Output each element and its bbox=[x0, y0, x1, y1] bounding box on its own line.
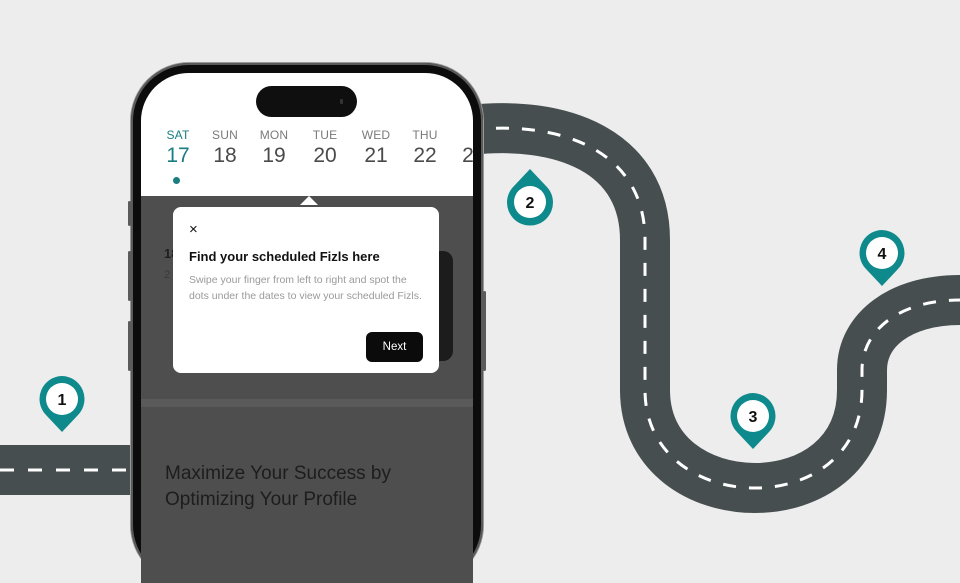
day-name: SAT bbox=[166, 128, 190, 142]
scheduled-dot-indicator bbox=[173, 177, 180, 184]
calendar-day-wed[interactable]: WED 21 bbox=[351, 128, 401, 168]
pin-label: 3 bbox=[749, 409, 758, 426]
day-name: MON bbox=[259, 128, 289, 142]
roadmap-pin-3[interactable]: 3 bbox=[728, 391, 778, 451]
calendar-day-tue[interactable]: TUE 20 bbox=[300, 128, 350, 168]
day-name: WED bbox=[361, 128, 391, 142]
calendar-day-next[interactable]: 2 bbox=[443, 128, 473, 168]
phone-volume-down-button bbox=[128, 321, 131, 371]
day-name: TUE bbox=[312, 128, 338, 142]
map-pin-icon: 1 bbox=[39, 376, 85, 432]
phone-volume-up-button bbox=[128, 251, 131, 301]
pin-label: 1 bbox=[58, 392, 67, 409]
calendar-day-sun[interactable]: SUN 18 bbox=[200, 128, 250, 168]
day-name bbox=[443, 128, 473, 142]
day-date: 17 bbox=[166, 144, 190, 167]
calendar-day-mon[interactable]: MON 19 bbox=[249, 128, 299, 168]
tooltip-body: Swipe your finger from left to right and… bbox=[189, 274, 422, 302]
tooltip-arrow bbox=[300, 196, 318, 205]
promo-title: Maximize Your Success by Optimizing Your… bbox=[165, 463, 391, 510]
background-card-sublabel: 2 bbox=[164, 269, 171, 281]
map-pin-icon: 4 bbox=[859, 230, 905, 286]
calendar-day-sat[interactable]: SAT 17 bbox=[153, 128, 203, 168]
tooltip-title: Find your scheduled Fizls here bbox=[189, 249, 380, 264]
phone-action-button bbox=[128, 201, 131, 226]
map-pin-icon: 2 bbox=[507, 169, 553, 226]
next-button[interactable]: Next bbox=[366, 332, 423, 362]
phone-power-button bbox=[483, 291, 486, 371]
day-date: 2 bbox=[462, 144, 473, 167]
section-divider bbox=[141, 399, 473, 407]
dynamic-island bbox=[256, 86, 357, 117]
roadmap-pin-1[interactable]: 1 bbox=[37, 374, 87, 434]
close-icon[interactable]: × bbox=[189, 221, 198, 238]
onboarding-tooltip: × Find your scheduled Fizls here Swipe y… bbox=[173, 207, 439, 373]
day-date: 20 bbox=[313, 144, 337, 167]
phone-screen: SAT 17 SUN 18 MON 19 TUE 20 WED 21 THU 2… bbox=[141, 73, 473, 583]
day-date: 21 bbox=[364, 144, 388, 167]
roadmap-pin-4[interactable]: 4 bbox=[857, 228, 907, 288]
phone-mockup: SAT 17 SUN 18 MON 19 TUE 20 WED 21 THU 2… bbox=[128, 63, 486, 583]
day-date: 19 bbox=[262, 144, 286, 167]
pin-label: 2 bbox=[526, 195, 535, 212]
map-pin-icon: 3 bbox=[730, 393, 776, 449]
camera-icon bbox=[340, 99, 343, 104]
day-date: 18 bbox=[213, 144, 237, 167]
day-name: SUN bbox=[212, 128, 238, 142]
roadmap-pin-2[interactable]: 2 bbox=[505, 167, 555, 227]
pin-label: 4 bbox=[878, 246, 887, 263]
